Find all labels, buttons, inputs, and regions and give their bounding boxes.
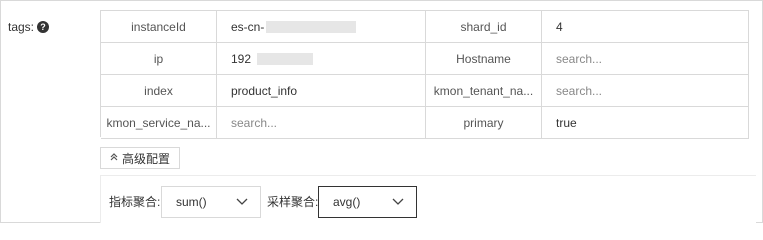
tag-key-label: index: [144, 83, 173, 98]
tag-key-instanceid: instanceId: [101, 11, 217, 43]
tag-key-primary: primary: [426, 107, 542, 139]
tag-value-text: es-cn-: [231, 19, 265, 34]
tag-key-kmon-service: kmon_service_na...: [101, 107, 217, 139]
metric-aggregation-label: 指标聚合:: [109, 195, 161, 209]
tag-value-text: product_info: [231, 83, 298, 98]
tag-value-kmon-service-input[interactable]: search...: [217, 107, 426, 139]
tag-value-primary[interactable]: true: [542, 107, 749, 139]
sample-aggregation-value: avg(): [333, 195, 361, 209]
tag-key-label: kmon_tenant_na...: [433, 83, 534, 98]
chevron-down-icon: [392, 198, 404, 206]
tag-key-label: Hostname: [456, 51, 511, 66]
tag-value-hostname-input[interactable]: search...: [542, 43, 749, 75]
tag-value-shard-id[interactable]: 4: [542, 11, 749, 43]
search-placeholder: search...: [231, 115, 278, 130]
tag-value-ip[interactable]: 192: [217, 43, 426, 75]
sample-aggregation-select[interactable]: avg(): [318, 186, 417, 218]
search-placeholder: search...: [556, 51, 603, 66]
advanced-config-button[interactable]: 高级配置: [100, 147, 180, 169]
metric-aggregation-select[interactable]: sum(): [161, 186, 261, 218]
redaction-mask: [257, 52, 314, 65]
tag-value-instanceid[interactable]: es-cn-: [217, 11, 426, 43]
tag-key-label: shard_id: [460, 19, 507, 34]
advanced-config-label: 高级配置: [121, 151, 170, 166]
tag-value-text: true: [556, 115, 577, 130]
tag-key-kmon-tenant: kmon_tenant_na...: [426, 75, 542, 107]
tag-key-label: ip: [153, 51, 164, 66]
tag-key-label: instanceId: [131, 19, 186, 34]
chevron-up-double-icon: [110, 152, 118, 164]
aggregation-panel: 指标聚合: sum() 采样聚合: avg(): [100, 175, 756, 223]
search-placeholder: search...: [556, 83, 603, 98]
tag-key-label: primary: [463, 115, 504, 130]
sample-aggregation-label: 采样聚合:: [267, 195, 319, 209]
metric-aggregation-value: sum(): [176, 195, 207, 209]
tag-value-kmon-tenant-input[interactable]: search...: [542, 75, 749, 107]
tags-label: tags:: [8, 20, 35, 34]
tags-label-group: tags: ?: [8, 20, 50, 34]
tag-value-text: 192: [231, 51, 252, 66]
tags-panel: tags: ? instanceId es-cn- shard_id 4 ip …: [0, 0, 763, 223]
tag-key-index: index: [101, 75, 217, 107]
redaction-mask: [266, 20, 357, 33]
tag-value-index[interactable]: product_info: [217, 75, 426, 107]
help-icon[interactable]: ?: [37, 21, 50, 33]
tag-value-text: 4: [556, 19, 563, 34]
tag-key-ip: ip: [101, 43, 217, 75]
tag-key-label: kmon_service_na...: [106, 115, 211, 130]
chevron-down-icon: [236, 198, 248, 206]
tag-key-hostname: Hostname: [426, 43, 542, 75]
tag-filter-table: instanceId es-cn- shard_id 4 ip 192 Host…: [100, 10, 749, 139]
tag-key-shard-id: shard_id: [426, 11, 542, 43]
